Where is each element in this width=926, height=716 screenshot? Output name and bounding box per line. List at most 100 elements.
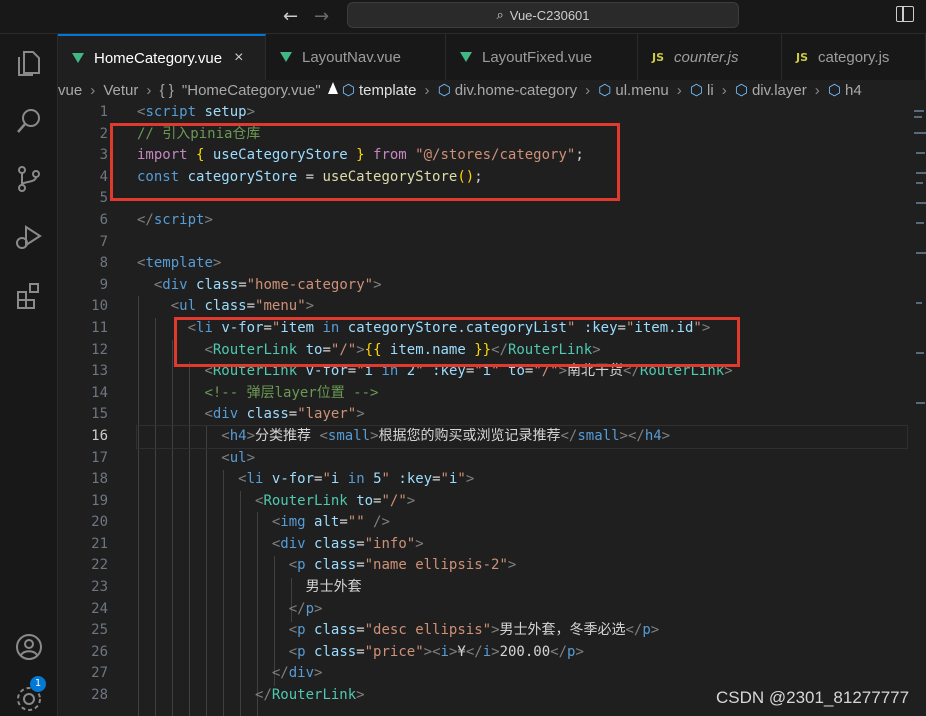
code-line-14: <!-- 弹层layer位置 --> — [204, 384, 379, 401]
tab-label: LayoutFixed.vue — [482, 48, 593, 66]
breadcrumb-item[interactable]: "HomeCategory.vue" — [182, 82, 321, 99]
chevron-right-icon: › — [146, 82, 152, 99]
line-number: 19 — [91, 492, 108, 509]
tab-layoutnav-vue[interactable]: LayoutNav.vue — [266, 34, 446, 80]
back-arrow-icon[interactable]: ← — [283, 6, 298, 27]
code-line-6: </script> — [137, 211, 213, 228]
element-cube-icon: ⬡ — [734, 82, 748, 99]
line-number: 4 — [99, 168, 108, 185]
tab-label: LayoutNav.vue — [302, 48, 401, 66]
line-number: 23 — [91, 579, 108, 596]
element-cube-icon: ⬡ — [689, 82, 704, 99]
code-line-8: <template> — [137, 255, 222, 272]
explorer-files-icon[interactable] — [14, 48, 44, 78]
tab-layoutfixed-vue[interactable]: LayoutFixed.vue — [446, 34, 638, 80]
element-cube-icon: ⬡ — [341, 82, 355, 99]
command-center-search[interactable]: ⌕ Vue-C230601 — [347, 2, 739, 28]
line-number: 27 — [91, 665, 108, 682]
code-line-23: 男士外套 — [305, 579, 362, 596]
line-number: 24 — [91, 600, 108, 617]
toggle-panel-layout-icon[interactable] — [896, 6, 914, 22]
search-icon: ⌕ — [496, 7, 504, 22]
search-icon[interactable] — [14, 106, 44, 136]
element-cube-icon: ⬡ — [827, 82, 841, 99]
code-line-19: <RouterLink to="/"> — [255, 492, 416, 509]
breadcrumb-item[interactable]: div.layer — [752, 82, 807, 99]
minimap[interactable] — [908, 102, 926, 716]
line-number: 3 — [99, 147, 108, 164]
js-file-icon: JS — [796, 50, 809, 64]
chevron-right-icon: › — [814, 82, 820, 99]
breadcrumb-item[interactable]: ul.menu — [615, 82, 668, 99]
code-line-22: <p class="name ellipsis-2"> — [288, 557, 517, 574]
extensions-icon[interactable] — [14, 280, 44, 310]
line-number: 10 — [91, 298, 108, 315]
line-number: 7 — [99, 233, 108, 250]
breadcrumb-item[interactable]: li — [707, 82, 714, 99]
breadcrumb-item[interactable]: template — [359, 82, 417, 99]
forward-arrow-icon[interactable]: → — [314, 6, 329, 27]
code-line-1: <script setup> — [137, 104, 256, 120]
code-line-16: <h4>分类推荐 <small>根据您的购买或浏览记录推荐</small></h… — [136, 424, 908, 449]
editor-tab-bar: HomeCategory.vue × LayoutNav.vue LayoutF… — [58, 34, 926, 81]
line-number: 15 — [91, 406, 108, 423]
tab-label: counter.js — [674, 48, 739, 66]
line-number: 22 — [91, 557, 108, 574]
tab-label: HomeCategory.vue — [94, 49, 223, 67]
vue-file-icon — [280, 52, 292, 62]
element-cube-icon: ⬡ — [437, 82, 451, 99]
line-number: 28 — [91, 687, 108, 704]
line-number: 21 — [91, 535, 108, 552]
highlight-box-li-routerlink — [174, 317, 740, 367]
code-line-26: <p class="price"><i>¥</i>200.00</p> — [288, 643, 584, 660]
title-bar: ← → ⌕ Vue-C230601 — [0, 0, 926, 34]
breadcrumb-item[interactable]: h4 — [845, 82, 862, 99]
code-line-18: <li v-for="i in 5" :key="i"> — [238, 471, 475, 488]
chevron-right-icon: › — [90, 82, 96, 99]
chevron-right-icon: › — [721, 82, 727, 99]
line-number: 20 — [91, 514, 108, 531]
csdn-watermark: CSDN @2301_81277777 — [716, 688, 910, 707]
activity-bar: 1 — [0, 34, 58, 716]
vue-file-icon — [72, 53, 84, 63]
line-number: 2 — [99, 125, 108, 142]
close-icon[interactable]: × — [234, 49, 243, 67]
chevron-right-icon: › — [424, 82, 430, 99]
element-cube-icon: ⬡ — [598, 82, 612, 99]
tab-category-js[interactable]: JS category.js — [782, 34, 926, 80]
mouse-pointer-icon — [328, 82, 338, 94]
code-line-9: <div class="home-category"> — [153, 276, 382, 293]
line-number: 26 — [91, 643, 108, 660]
line-number: 25 — [91, 622, 108, 639]
code-line-10: <ul class="menu"> — [170, 298, 315, 315]
code-line-27: </div> — [271, 665, 323, 682]
js-file-icon: JS — [652, 50, 665, 64]
highlight-box-script-import — [110, 123, 620, 201]
code-line-24: </p> — [288, 600, 323, 617]
account-icon[interactable] — [14, 632, 44, 662]
chevron-right-icon: › — [585, 82, 591, 99]
chevron-right-icon: › — [676, 82, 682, 99]
line-number: 9 — [99, 276, 108, 293]
code-editor[interactable]: 1 2 3 4 5 6 7 8 9 10 11 12 13 14 15 16 1… — [58, 102, 908, 716]
vue-file-icon — [460, 52, 472, 62]
run-debug-icon[interactable] — [14, 222, 44, 252]
breadcrumb-item[interactable]: div.home-category — [455, 82, 577, 99]
breadcrumb: vue › Vetur › { } "HomeCategory.vue" › ⬡ tem… — [58, 80, 926, 102]
breadcrumb-item[interactable]: Vetur — [103, 82, 138, 99]
line-number: 11 — [91, 319, 108, 336]
tab-homecategory-vue[interactable]: HomeCategory.vue × — [58, 34, 266, 80]
line-number: 14 — [91, 384, 108, 401]
line-number: 17 — [91, 449, 108, 466]
line-number: 8 — [99, 255, 108, 272]
line-number-current: 16 — [91, 427, 108, 444]
source-control-icon[interactable] — [14, 164, 44, 194]
breadcrumb-item[interactable]: vue — [58, 82, 82, 99]
code-line-20: <img alt="" /> — [271, 514, 390, 531]
code-line-25: <p class="desc ellipsis">男士外套，冬季必选</p> — [288, 622, 660, 639]
code-line-21: <div class="info"> — [271, 535, 424, 552]
code-line-15: <div class="layer"> — [204, 406, 365, 423]
tab-counter-js[interactable]: JS counter.js — [638, 34, 782, 80]
line-number: 18 — [91, 471, 108, 488]
